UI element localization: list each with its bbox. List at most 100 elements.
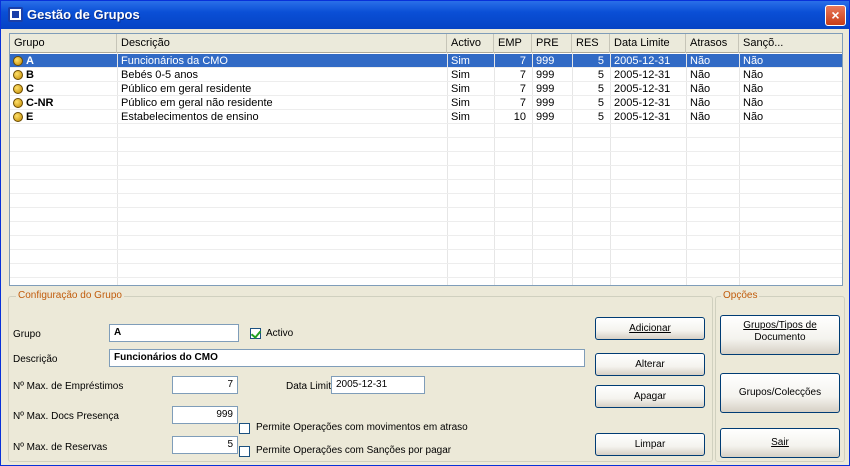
- table-row[interactable]: C-NR Público em geral não residente Sim 7 99…: [10, 96, 842, 110]
- cell-descricao: Público em geral residente: [121, 83, 252, 95]
- cell-activo: Sim: [451, 83, 470, 95]
- config-legend: Configuração do Grupo: [16, 290, 124, 301]
- limpar-button-label: Limpar: [634, 439, 666, 450]
- permite-sancoes-checkbox[interactable]: [239, 446, 250, 457]
- cell-pre: 999: [536, 55, 555, 67]
- max-presenca-input[interactable]: 999: [172, 406, 238, 424]
- cell-data: 2005-12-31: [614, 97, 671, 109]
- window-title: Gestão de Grupos: [27, 7, 140, 22]
- grid-line: [686, 53, 687, 285]
- max-presenca-label: Nº Max. Docs Presença: [13, 411, 119, 422]
- permite-atraso-label: Permite Operações com movimentos em atra…: [256, 422, 468, 433]
- activo-label: Activo: [266, 328, 294, 339]
- cell-descricao: Público em geral não residente: [121, 97, 273, 109]
- col-header-pre[interactable]: PRE: [532, 34, 572, 53]
- grid-line: [10, 165, 842, 166]
- grid-line: [494, 53, 495, 285]
- cell-descricao: Estabelecimentos de ensino: [121, 111, 259, 123]
- descricao-input[interactable]: Funcionários do CMO: [109, 349, 585, 367]
- grupo-input[interactable]: A: [109, 324, 239, 342]
- grid-line: [10, 123, 842, 124]
- sair-button[interactable]: Sair: [720, 428, 840, 458]
- cell-descricao: Funcionários da CMO: [121, 55, 228, 67]
- col-header-res[interactable]: RES: [572, 34, 610, 53]
- alterar-button[interactable]: Alterar: [595, 353, 705, 376]
- cell-activo: Sim: [451, 55, 470, 67]
- cell-grupo: C-NR: [26, 97, 54, 109]
- cell-atrasos: Não: [690, 111, 711, 123]
- gestao-grupos-window: Gestão de Grupos × Grupo Descrição Activ…: [0, 0, 850, 466]
- cell-grupo: B: [26, 69, 34, 81]
- permite-atraso-checkbox[interactable]: [239, 423, 250, 434]
- sair-label: Sair: [771, 437, 789, 448]
- grid-line: [10, 151, 842, 152]
- grid-line: [117, 53, 118, 285]
- col-header-activo[interactable]: Activo: [447, 34, 494, 53]
- cell-grupo: A: [26, 55, 34, 67]
- limpar-button[interactable]: Limpar: [595, 433, 705, 456]
- table-row[interactable]: A Funcionários da CMO Sim 7 999 5 2005-12-31 Nã…: [10, 54, 842, 68]
- adicionar-button[interactable]: Adicionar: [595, 317, 705, 340]
- permite-sancoes-label: Permite Operações com Sanções por pagar: [256, 445, 452, 456]
- cell-sancoes: Não: [743, 83, 764, 95]
- data-limite-input[interactable]: 2005-12-31: [331, 376, 425, 394]
- cell-data: 2005-12-31: [614, 69, 671, 81]
- grid-line: [447, 53, 448, 285]
- cell-grupo: C: [26, 83, 34, 95]
- cell-pre: 999: [536, 69, 555, 81]
- grupos-tipos-line1: Grupos/Tipos de: [743, 320, 817, 331]
- apagar-button[interactable]: Apagar: [595, 385, 705, 408]
- grupos-coleccoes-button[interactable]: Grupos/Colecções: [720, 373, 840, 413]
- close-icon[interactable]: ×: [825, 5, 846, 26]
- cell-atrasos: Não: [690, 69, 711, 81]
- max-emprestimos-input[interactable]: 7: [172, 376, 238, 394]
- data-limite-label: Data Limite: [286, 381, 337, 392]
- grid-line: [532, 53, 533, 285]
- cell-pre: 999: [536, 97, 555, 109]
- cell-emp: 7: [519, 83, 526, 95]
- col-header-descricao[interactable]: Descrição: [117, 34, 447, 53]
- title-bar[interactable]: Gestão de Grupos ×: [1, 1, 849, 29]
- cell-data: 2005-12-31: [614, 83, 671, 95]
- grupo-label: Grupo: [13, 329, 41, 340]
- descricao-label: Descrição: [13, 354, 58, 365]
- cell-res: 5: [597, 97, 604, 109]
- alterar-button-label: Alterar: [635, 359, 665, 370]
- cell-pre: 999: [536, 111, 555, 123]
- cell-activo: Sim: [451, 111, 470, 123]
- cell-res: 5: [597, 111, 604, 123]
- cell-descricao: Bebés 0-5 anos: [121, 69, 199, 81]
- cell-emp: 7: [519, 97, 526, 109]
- col-header-sancoes[interactable]: Sançõ...: [739, 34, 842, 53]
- grid-line: [10, 207, 842, 208]
- cell-sancoes: Não: [743, 55, 764, 67]
- grid-line: [572, 53, 573, 285]
- col-header-grupo[interactable]: Grupo: [10, 34, 117, 53]
- table-row[interactable]: C Público em geral residente Sim 7 999 5 2005-…: [10, 82, 842, 96]
- grupos-tipos-documento-button[interactable]: Grupos/Tipos de Documento: [720, 315, 840, 355]
- cell-sancoes: Não: [743, 97, 764, 109]
- table-row[interactable]: B Bebés 0-5 anos Sim 7 999 5 2005-12-31 Não Não: [10, 68, 842, 82]
- grid-line: [739, 53, 740, 285]
- cell-emp: 10: [513, 111, 526, 123]
- cell-activo: Sim: [451, 69, 470, 81]
- cell-res: 5: [597, 55, 604, 67]
- col-header-atrasos[interactable]: Atrasos: [686, 34, 739, 53]
- cell-emp: 7: [519, 55, 526, 67]
- grid-line: [10, 179, 842, 180]
- grupos-coleccoes-label: Grupos/Colecções: [738, 387, 822, 398]
- cell-grupo: E: [26, 111, 34, 123]
- grid-line: [10, 277, 842, 278]
- cell-activo: Sim: [451, 97, 470, 109]
- table-row[interactable]: E Estabelecimentos de ensino Sim 10 999 5 2005…: [10, 110, 842, 124]
- max-emprestimos-label: Nº Max. de Empréstimos: [13, 381, 124, 392]
- max-reservas-input[interactable]: 5: [172, 436, 238, 454]
- groups-table[interactable]: Grupo Descrição Activo EMP PRE RES Data …: [9, 33, 843, 286]
- grid-line: [10, 235, 842, 236]
- cell-data: 2005-12-31: [614, 111, 671, 123]
- col-header-emp[interactable]: EMP: [494, 34, 532, 53]
- cell-sancoes: Não: [743, 69, 764, 81]
- activo-checkbox[interactable]: [250, 328, 261, 339]
- col-header-data-limite[interactable]: Data Limite: [610, 34, 686, 53]
- grid-line: [610, 53, 611, 285]
